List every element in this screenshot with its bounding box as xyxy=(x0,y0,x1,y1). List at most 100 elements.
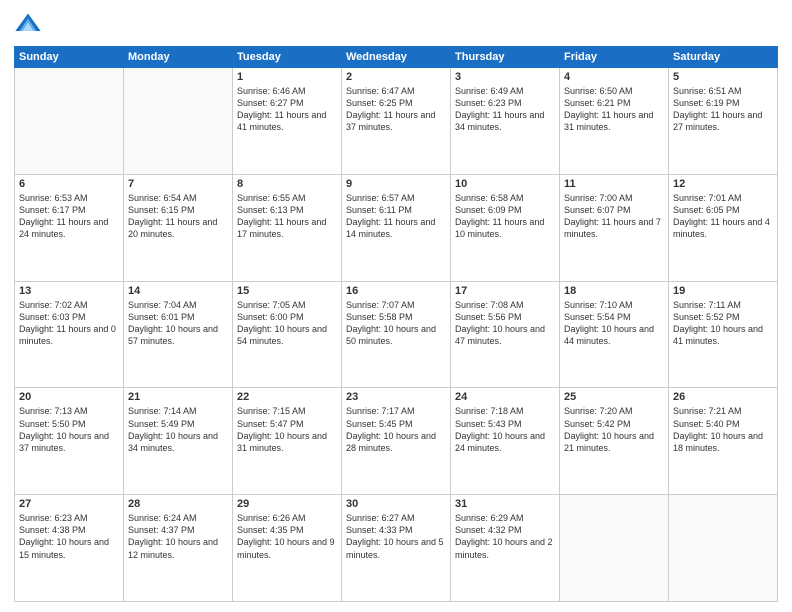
day-number: 5 xyxy=(673,71,773,83)
day-info: Sunrise: 7:14 AM Sunset: 5:49 PM Dayligh… xyxy=(128,405,228,454)
calendar-cell-w1-d0: 6 Sunrise: 6:53 AM Sunset: 6:17 PM Daylig… xyxy=(15,174,124,281)
calendar-cell-w1-d4: 10 Sunrise: 6:58 AM Sunset: 6:09 PM Dayli… xyxy=(451,174,560,281)
calendar-cell-w1-d3: 9 Sunrise: 6:57 AM Sunset: 6:11 PM Daylig… xyxy=(342,174,451,281)
day-info: Sunrise: 6:27 AM Sunset: 4:33 PM Dayligh… xyxy=(346,512,446,561)
day-number: 20 xyxy=(19,391,119,403)
calendar-cell-w1-d6: 12Sunrise: 7:01 AM Sunset: 6:05 PM Dayli… xyxy=(669,174,778,281)
weekday-header-row: SundayMondayTuesdayWednesdayThursdayFrid… xyxy=(15,47,778,68)
calendar-cell-w2-d5: 18 Sunrise: 7:10 AM Sunset: 5:54 PM Dayli… xyxy=(560,281,669,388)
day-info: Sunrise: 7:18 AM Sunset: 5:43 PM Dayligh… xyxy=(455,405,555,454)
day-info: Sunrise: 6:57 AM Sunset: 6:11 PM Dayligh… xyxy=(346,192,446,241)
weekday-header-wednesday: Wednesday xyxy=(342,47,451,68)
weekday-header-friday: Friday xyxy=(560,47,669,68)
day-info: Sunrise: 7:17 AM Sunset: 5:45 PM Dayligh… xyxy=(346,405,446,454)
day-info: Sunrise: 6:54 AM Sunset: 6:15 PM Dayligh… xyxy=(128,192,228,241)
calendar-cell-w0-d4: 3 Sunrise: 6:49 AM Sunset: 6:23 PM Daylig… xyxy=(451,68,560,175)
calendar-cell-w2-d2: 15 Sunrise: 7:05 AM Sunset: 6:00 PM Dayli… xyxy=(233,281,342,388)
calendar-cell-w0-d5: 4Sunrise: 6:50 AM Sunset: 6:21 PM Daylig… xyxy=(560,68,669,175)
weekday-header-thursday: Thursday xyxy=(451,47,560,68)
day-number: 10 xyxy=(455,178,555,190)
day-number: 16 xyxy=(346,285,446,297)
day-info: Sunrise: 7:21 AM Sunset: 5:40 PM Dayligh… xyxy=(673,405,773,454)
calendar-cell-w3-d5: 25Sunrise: 7:20 AM Sunset: 5:42 PM Dayli… xyxy=(560,388,669,495)
weekday-header-saturday: Saturday xyxy=(669,47,778,68)
calendar-cell-w0-d0 xyxy=(15,68,124,175)
day-number: 30 xyxy=(346,498,446,510)
day-number: 9 xyxy=(346,178,446,190)
calendar-cell-w4-d3: 30 Sunrise: 6:27 AM Sunset: 4:33 PM Dayli… xyxy=(342,495,451,602)
day-number: 3 xyxy=(455,71,555,83)
day-number: 21 xyxy=(128,391,228,403)
day-info: Sunrise: 7:00 AM Sunset: 6:07 PM Dayligh… xyxy=(564,192,664,241)
calendar-cell-w2-d1: 14 Sunrise: 7:04 AM Sunset: 6:01 PM Dayli… xyxy=(124,281,233,388)
day-info: Sunrise: 7:04 AM Sunset: 6:01 PM Dayligh… xyxy=(128,299,228,348)
day-number: 6 xyxy=(19,178,119,190)
day-info: Sunrise: 6:58 AM Sunset: 6:09 PM Dayligh… xyxy=(455,192,555,241)
day-info: Sunrise: 6:24 AM Sunset: 4:37 PM Dayligh… xyxy=(128,512,228,561)
calendar-cell-w4-d2: 29 Sunrise: 6:26 AM Sunset: 4:35 PM Dayli… xyxy=(233,495,342,602)
calendar-cell-w0-d2: 1 Sunrise: 6:46 AM Sunset: 6:27 PM Daylig… xyxy=(233,68,342,175)
calendar-cell-w3-d0: 20 Sunrise: 7:13 AM Sunset: 5:50 PM Dayli… xyxy=(15,388,124,495)
day-info: Sunrise: 6:29 AM Sunset: 4:32 PM Dayligh… xyxy=(455,512,555,561)
day-info: Sunrise: 7:20 AM Sunset: 5:42 PM Dayligh… xyxy=(564,405,664,454)
day-info: Sunrise: 6:47 AM Sunset: 6:25 PM Dayligh… xyxy=(346,85,446,134)
day-number: 2 xyxy=(346,71,446,83)
day-info: Sunrise: 6:46 AM Sunset: 6:27 PM Dayligh… xyxy=(237,85,337,134)
day-number: 1 xyxy=(237,71,337,83)
day-number: 26 xyxy=(673,391,773,403)
calendar-week-0: 1 Sunrise: 6:46 AM Sunset: 6:27 PM Daylig… xyxy=(15,68,778,175)
calendar-cell-w0-d6: 5 Sunrise: 6:51 AM Sunset: 6:19 PM Daylig… xyxy=(669,68,778,175)
day-number: 12 xyxy=(673,178,773,190)
calendar-cell-w3-d3: 23 Sunrise: 7:17 AM Sunset: 5:45 PM Dayli… xyxy=(342,388,451,495)
calendar-cell-w4-d1: 28 Sunrise: 6:24 AM Sunset: 4:37 PM Dayli… xyxy=(124,495,233,602)
calendar-week-4: 27Sunrise: 6:23 AM Sunset: 4:38 PM Dayli… xyxy=(15,495,778,602)
calendar-cell-w3-d4: 24 Sunrise: 7:18 AM Sunset: 5:43 PM Dayli… xyxy=(451,388,560,495)
day-info: Sunrise: 7:10 AM Sunset: 5:54 PM Dayligh… xyxy=(564,299,664,348)
calendar-cell-w2-d0: 13Sunrise: 7:02 AM Sunset: 6:03 PM Dayli… xyxy=(15,281,124,388)
day-info: Sunrise: 6:49 AM Sunset: 6:23 PM Dayligh… xyxy=(455,85,555,134)
day-number: 8 xyxy=(237,178,337,190)
day-info: Sunrise: 6:55 AM Sunset: 6:13 PM Dayligh… xyxy=(237,192,337,241)
calendar-cell-w0-d1 xyxy=(124,68,233,175)
day-number: 22 xyxy=(237,391,337,403)
weekday-header-tuesday: Tuesday xyxy=(233,47,342,68)
day-number: 29 xyxy=(237,498,337,510)
day-info: Sunrise: 6:53 AM Sunset: 6:17 PM Dayligh… xyxy=(19,192,119,241)
calendar-cell-w1-d1: 7 Sunrise: 6:54 AM Sunset: 6:15 PM Daylig… xyxy=(124,174,233,281)
day-info: Sunrise: 6:51 AM Sunset: 6:19 PM Dayligh… xyxy=(673,85,773,134)
calendar-cell-w3-d6: 26 Sunrise: 7:21 AM Sunset: 5:40 PM Dayli… xyxy=(669,388,778,495)
logo xyxy=(14,10,46,38)
calendar-cell-w3-d2: 22 Sunrise: 7:15 AM Sunset: 5:47 PM Dayli… xyxy=(233,388,342,495)
day-number: 28 xyxy=(128,498,228,510)
day-number: 15 xyxy=(237,285,337,297)
day-number: 31 xyxy=(455,498,555,510)
calendar-cell-w4-d0: 27Sunrise: 6:23 AM Sunset: 4:38 PM Dayli… xyxy=(15,495,124,602)
calendar-cell-w4-d4: 31 Sunrise: 6:29 AM Sunset: 4:32 PM Dayli… xyxy=(451,495,560,602)
day-number: 23 xyxy=(346,391,446,403)
day-number: 13 xyxy=(19,285,119,297)
day-info: Sunrise: 7:15 AM Sunset: 5:47 PM Dayligh… xyxy=(237,405,337,454)
header xyxy=(14,10,778,38)
day-info: Sunrise: 6:23 AM Sunset: 4:38 PM Dayligh… xyxy=(19,512,119,561)
calendar-week-3: 20 Sunrise: 7:13 AM Sunset: 5:50 PM Dayli… xyxy=(15,388,778,495)
day-info: Sunrise: 6:26 AM Sunset: 4:35 PM Dayligh… xyxy=(237,512,337,561)
calendar-cell-w3-d1: 21 Sunrise: 7:14 AM Sunset: 5:49 PM Dayli… xyxy=(124,388,233,495)
day-info: Sunrise: 7:13 AM Sunset: 5:50 PM Dayligh… xyxy=(19,405,119,454)
calendar-cell-w1-d2: 8 Sunrise: 6:55 AM Sunset: 6:13 PM Daylig… xyxy=(233,174,342,281)
day-number: 18 xyxy=(564,285,664,297)
calendar-cell-w2-d4: 17Sunrise: 7:08 AM Sunset: 5:56 PM Dayli… xyxy=(451,281,560,388)
calendar-week-1: 6 Sunrise: 6:53 AM Sunset: 6:17 PM Daylig… xyxy=(15,174,778,281)
day-info: Sunrise: 7:08 AM Sunset: 5:56 PM Dayligh… xyxy=(455,299,555,348)
day-number: 14 xyxy=(128,285,228,297)
calendar-week-2: 13Sunrise: 7:02 AM Sunset: 6:03 PM Dayli… xyxy=(15,281,778,388)
calendar-cell-w2-d3: 16Sunrise: 7:07 AM Sunset: 5:58 PM Dayli… xyxy=(342,281,451,388)
day-number: 11 xyxy=(564,178,664,190)
day-info: Sunrise: 7:05 AM Sunset: 6:00 PM Dayligh… xyxy=(237,299,337,348)
day-number: 24 xyxy=(455,391,555,403)
day-number: 19 xyxy=(673,285,773,297)
calendar-table: SundayMondayTuesdayWednesdayThursdayFrid… xyxy=(14,46,778,602)
day-number: 4 xyxy=(564,71,664,83)
day-number: 7 xyxy=(128,178,228,190)
weekday-header-monday: Monday xyxy=(124,47,233,68)
calendar-cell-w4-d5 xyxy=(560,495,669,602)
